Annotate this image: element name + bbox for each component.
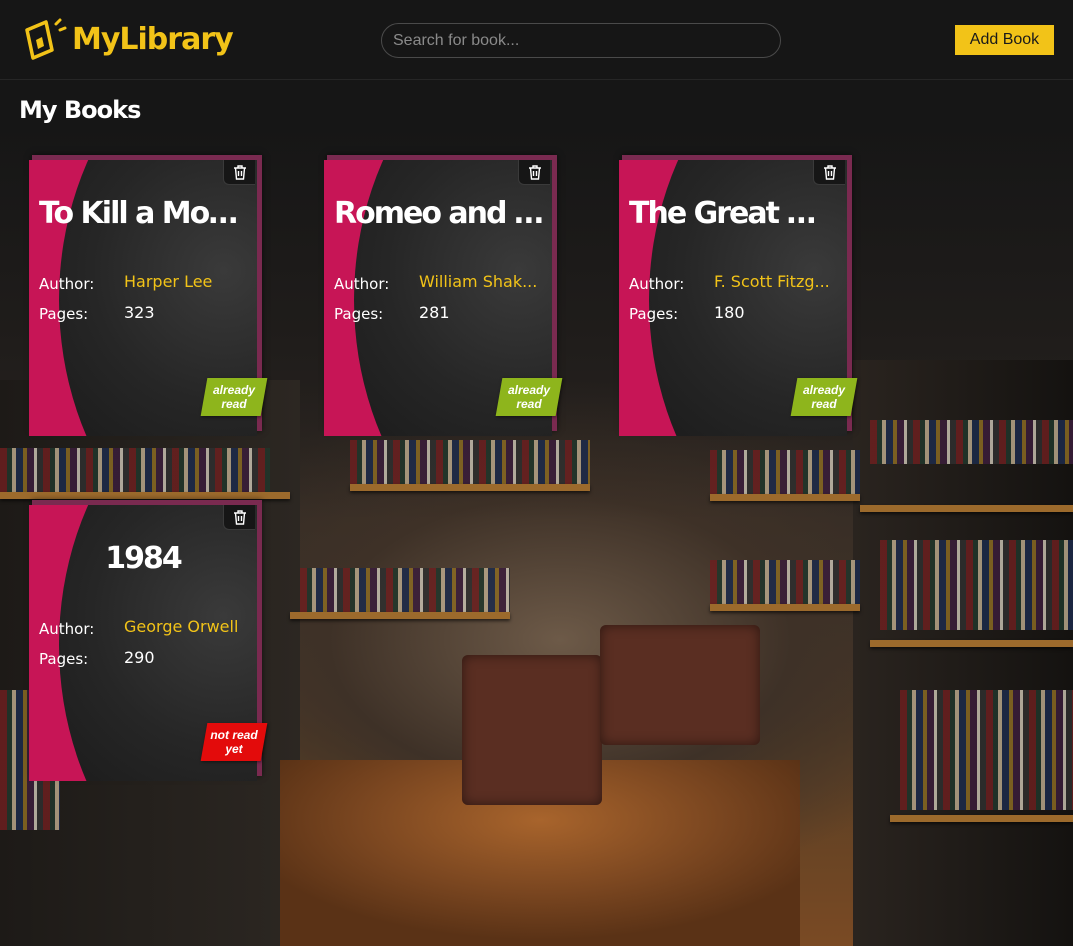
armchair [462, 655, 602, 805]
trash-icon [233, 509, 246, 525]
author-label: Author: [39, 620, 95, 638]
pages-label: Pages: [39, 305, 89, 323]
page-title: My Books [19, 96, 141, 124]
search-input[interactable] [381, 23, 781, 58]
shelf [350, 484, 590, 491]
trash-icon [528, 164, 541, 180]
library-background [0, 0, 1073, 946]
pages-label: Pages: [334, 305, 384, 323]
shelf-books [0, 448, 270, 492]
book-card: Romeo and Ju... Author: William Shak... … [324, 155, 563, 440]
status-label: not read yet [210, 728, 258, 756]
pages-value: 281 [419, 303, 450, 322]
author-value: Harper Lee [124, 272, 213, 291]
trash-icon [823, 164, 836, 180]
pages-label: Pages: [39, 650, 89, 668]
shelf-books [710, 450, 860, 494]
header-bar: MyLibrary Add Book [0, 0, 1073, 80]
book-logo-icon [25, 18, 67, 60]
author-label: Author: [334, 275, 390, 293]
book-card: 1984 Author: George Orwell Pages: 290 no… [29, 500, 268, 785]
book-card: The Great Gat... Author: F. Scott Fitzg.… [619, 155, 858, 440]
shelf-books [880, 540, 1073, 630]
status-label: already read [212, 383, 256, 411]
delete-button[interactable] [223, 505, 255, 530]
author-value: F. Scott Fitzg... [714, 272, 830, 291]
author-value: William Shak... [419, 272, 538, 291]
pages-value: 290 [124, 648, 155, 667]
shelf [710, 494, 860, 501]
read-status-toggle[interactable]: already read [790, 378, 858, 416]
delete-button[interactable] [518, 160, 550, 185]
shelf-books [300, 568, 510, 612]
armchair [600, 625, 760, 745]
shelf [710, 604, 860, 611]
read-status-toggle[interactable]: already read [200, 378, 268, 416]
book-title: 1984 [105, 541, 183, 576]
shelf [870, 640, 1073, 647]
pages-value: 323 [124, 303, 155, 322]
book-card: To Kill a Mocki... Author: Harper Lee Pa… [29, 155, 268, 440]
shelf [890, 815, 1073, 822]
delete-button[interactable] [223, 160, 255, 185]
status-label: already read [802, 383, 846, 411]
author-label: Author: [629, 275, 685, 293]
shelf [290, 612, 510, 619]
shelf [0, 492, 290, 499]
author-value: George Orwell [124, 617, 239, 636]
trash-icon [233, 164, 246, 180]
shelf-books [870, 420, 1073, 464]
read-status-toggle[interactable]: not read yet [200, 723, 268, 761]
logo-text: MyLibrary [72, 21, 234, 57]
pages-value: 180 [714, 303, 745, 322]
read-status-toggle[interactable]: already read [495, 378, 563, 416]
delete-button[interactable] [813, 160, 845, 185]
shelf-books [710, 560, 860, 604]
logo[interactable]: MyLibrary [22, 14, 234, 64]
shelf-books [900, 690, 1073, 810]
book-title: To Kill a Mocki... [39, 196, 249, 231]
shelf [860, 505, 1073, 512]
status-label: already read [507, 383, 551, 411]
pages-label: Pages: [629, 305, 679, 323]
author-label: Author: [39, 275, 95, 293]
book-title: The Great Gat... [629, 196, 839, 231]
add-book-button[interactable]: Add Book [955, 25, 1054, 55]
book-title: Romeo and Ju... [334, 196, 544, 231]
shelf-books [350, 440, 590, 484]
